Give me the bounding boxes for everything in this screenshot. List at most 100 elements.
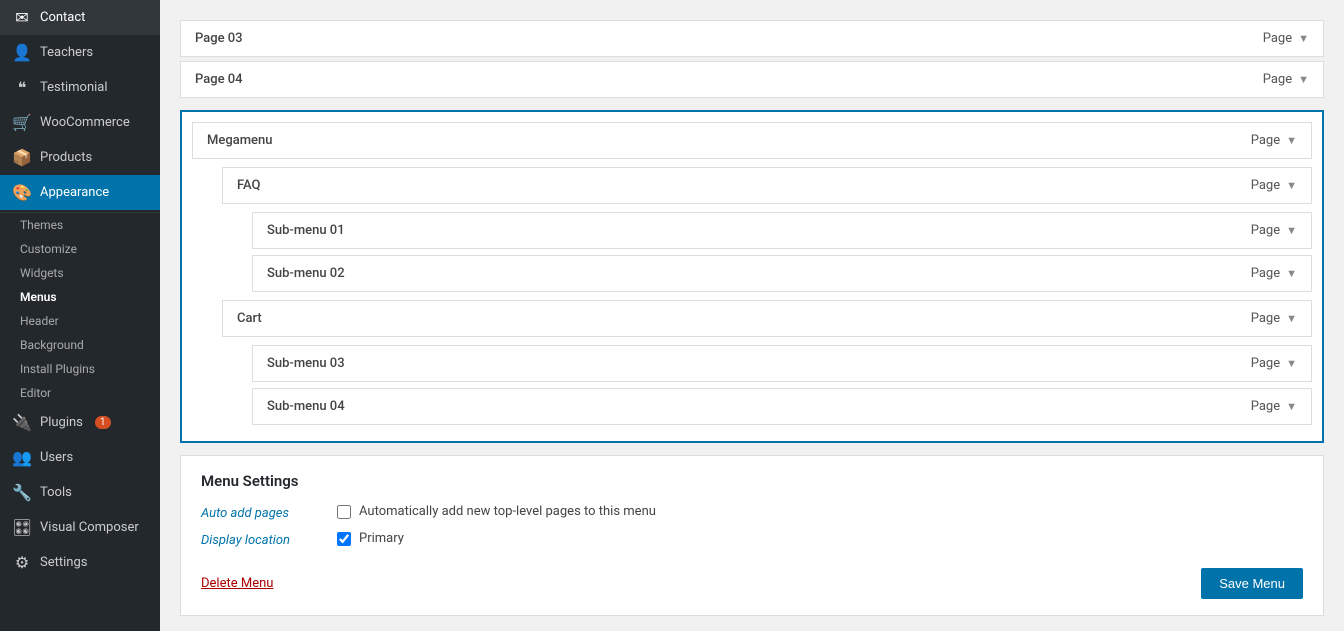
faq-right: Page ▼ <box>1251 178 1297 193</box>
auto-add-label: Auto add pages <box>201 504 321 521</box>
submenu01-label: Sub-menu 01 <box>267 223 345 238</box>
sidebar-item-settings[interactable]: ⚙ Settings <box>0 545 160 580</box>
header-label: Header <box>20 314 59 328</box>
sidebar-sub-header[interactable]: Header <box>0 309 160 333</box>
settings-icon: ⚙ <box>12 553 32 572</box>
cart-label: Cart <box>237 311 262 326</box>
background-label: Background <box>20 338 84 352</box>
sidebar-sub-customize[interactable]: Customize <box>0 237 160 261</box>
customize-label: Customize <box>20 242 77 256</box>
users-icon: 👥 <box>12 448 32 467</box>
sidebar-sub-background[interactable]: Background <box>0 333 160 357</box>
menu-item-faq[interactable]: FAQ Page ▼ <box>222 167 1312 204</box>
submenu03-type: Page <box>1251 356 1280 371</box>
sidebar-item-woocommerce[interactable]: 🛒 WooCommerce <box>0 105 160 140</box>
sidebar-item-testimonial[interactable]: ❝ Testimonial <box>0 70 160 105</box>
sidebar-sub-menus[interactable]: Menus <box>0 285 160 309</box>
submenu02-right: Page ▼ <box>1251 266 1297 281</box>
cart-type: Page <box>1251 311 1280 326</box>
faq-label: FAQ <box>237 178 261 193</box>
widgets-label: Widgets <box>20 266 64 280</box>
display-location-checkbox[interactable] <box>337 532 351 546</box>
menu-item-submenu04[interactable]: Sub-menu 04 Page ▼ <box>252 388 1312 425</box>
megamenu-label: Megamenu <box>207 133 272 148</box>
sidebar-label-products: Products <box>40 150 92 165</box>
submenu01-arrow[interactable]: ▼ <box>1286 224 1297 237</box>
sidebar-item-products[interactable]: 📦 Products <box>0 140 160 175</box>
sidebar-item-tools[interactable]: 🔧 Tools <box>0 475 160 510</box>
plugins-badge: 1 <box>95 416 111 429</box>
submenu01-right: Page ▼ <box>1251 223 1297 238</box>
menu-item-submenu01[interactable]: Sub-menu 01 Page ▼ <box>252 212 1312 249</box>
sidebar-label-testimonial: Testimonial <box>40 80 108 95</box>
plugins-icon: 🔌 <box>12 413 32 432</box>
sidebar-sub-widgets[interactable]: Widgets <box>0 261 160 285</box>
faq-arrow[interactable]: ▼ <box>1286 179 1297 192</box>
tools-icon: 🔧 <box>12 483 32 502</box>
cart-arrow[interactable]: ▼ <box>1286 312 1297 325</box>
submenu02-arrow[interactable]: ▼ <box>1286 267 1297 280</box>
sidebar-sub-install-plugins[interactable]: Install Plugins <box>0 357 160 381</box>
sidebar-item-users[interactable]: 👥 Users <box>0 440 160 475</box>
testimonial-icon: ❝ <box>12 78 32 97</box>
menu-item-cart[interactable]: Cart Page ▼ <box>222 300 1312 337</box>
sidebar-item-teachers[interactable]: 👤 Teachers <box>0 35 160 70</box>
cart-submenus: Sub-menu 03 Page ▼ Sub-menu 04 Page ▼ <box>252 345 1312 425</box>
teachers-icon: 👤 <box>12 43 32 62</box>
top-menu-items: Page 03 Page ▼ Page 04 Page ▼ <box>180 20 1324 98</box>
sidebar-label-users: Users <box>40 450 73 465</box>
appearance-icon: 🎨 <box>12 183 32 202</box>
megamenu-right: Page ▼ <box>1251 133 1297 148</box>
faq-group: FAQ Page ▼ Sub-menu 01 Page ▼ Sub-menu 0… <box>222 167 1312 292</box>
page03-right: Page ▼ <box>1263 31 1309 46</box>
auto-add-row: Auto add pages Automatically add new top… <box>201 504 1303 521</box>
delete-menu-link[interactable]: Delete Menu <box>201 576 273 591</box>
cart-right: Page ▼ <box>1251 311 1297 326</box>
visual-composer-icon: 🎛 <box>12 518 32 537</box>
sidebar-item-visual-composer[interactable]: 🎛 Visual Composer <box>0 510 160 545</box>
sidebar-sub-themes[interactable]: Themes <box>0 213 160 237</box>
sidebar-label-appearance: Appearance <box>40 185 109 200</box>
sidebar-label-plugins: Plugins <box>40 415 83 430</box>
submenu03-arrow[interactable]: ▼ <box>1286 357 1297 370</box>
sidebar-item-plugins[interactable]: 🔌 Plugins 1 <box>0 405 160 440</box>
appearance-submenu: Themes Customize Widgets Menus Header Ba… <box>0 212 160 405</box>
display-location-label: Display location <box>201 531 321 548</box>
sidebar-label-teachers: Teachers <box>40 45 93 60</box>
submenu04-arrow[interactable]: ▼ <box>1286 400 1297 413</box>
sidebar-label-contact: Contact <box>40 10 85 25</box>
save-menu-button[interactable]: Save Menu <box>1201 568 1303 599</box>
sidebar-item-contact[interactable]: ✉ Contact <box>0 0 160 35</box>
menu-item-page04[interactable]: Page 04 Page ▼ <box>180 61 1324 98</box>
menu-item-page03[interactable]: Page 03 Page ▼ <box>180 20 1324 57</box>
menu-item-submenu02[interactable]: Sub-menu 02 Page ▼ <box>252 255 1312 292</box>
menus-label: Menus <box>20 290 57 304</box>
display-location-text: Primary <box>359 531 404 546</box>
page03-label: Page 03 <box>195 31 243 46</box>
submenu03-right: Page ▼ <box>1251 356 1297 371</box>
page03-arrow[interactable]: ▼ <box>1298 32 1309 45</box>
submenu04-right: Page ▼ <box>1251 399 1297 414</box>
submenu02-label: Sub-menu 02 <box>267 266 345 281</box>
page04-arrow[interactable]: ▼ <box>1298 73 1309 86</box>
sidebar: ✉ Contact 👤 Teachers ❝ Testimonial 🛒 Woo… <box>0 0 160 631</box>
faq-type: Page <box>1251 178 1280 193</box>
sidebar-sub-editor[interactable]: Editor <box>0 381 160 405</box>
blue-menu-section: Megamenu Page ▼ FAQ Page ▼ Sub-menu 01 <box>180 110 1324 443</box>
display-location-value: Primary <box>337 531 1303 546</box>
auto-add-checkbox[interactable] <box>337 505 351 519</box>
megamenu-arrow[interactable]: ▼ <box>1286 134 1297 147</box>
bottom-bar: Delete Menu Save Menu <box>201 558 1303 599</box>
faq-submenus: Sub-menu 01 Page ▼ Sub-menu 02 Page ▼ <box>252 212 1312 292</box>
page04-label: Page 04 <box>195 72 243 87</box>
sidebar-item-appearance[interactable]: 🎨 Appearance <box>0 175 160 210</box>
menu-settings-section: Menu Settings Auto add pages Automatical… <box>180 455 1324 616</box>
cart-group: Cart Page ▼ Sub-menu 03 Page ▼ Sub-menu … <box>222 300 1312 425</box>
sidebar-label-woocommerce: WooCommerce <box>40 115 130 130</box>
submenu03-label: Sub-menu 03 <box>267 356 345 371</box>
auto-add-value: Automatically add new top-level pages to… <box>337 504 1303 519</box>
menu-item-submenu03[interactable]: Sub-menu 03 Page ▼ <box>252 345 1312 382</box>
menu-item-megamenu[interactable]: Megamenu Page ▼ <box>192 122 1312 159</box>
page03-type: Page <box>1263 31 1292 46</box>
sidebar-label-settings: Settings <box>40 555 87 570</box>
